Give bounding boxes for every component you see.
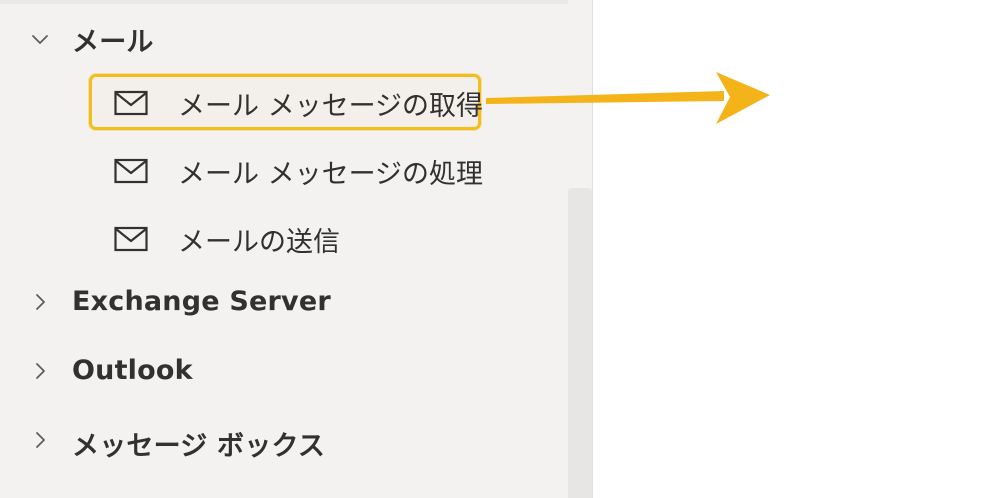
mail-icon bbox=[114, 90, 148, 116]
chevron-right-icon[interactable] bbox=[30, 430, 50, 450]
screenshot-stage: メール メール メッセージの取得 メール メッセージの処理 メールの送信 Exc… bbox=[0, 0, 1000, 498]
mail-icon bbox=[114, 158, 148, 184]
tree-group-label: Outlook bbox=[72, 355, 193, 386]
arrow-right-icon bbox=[486, 72, 770, 124]
tree-item-label: メール メッセージの処理 bbox=[178, 159, 484, 190]
tree-group-label: メッセージ ボックス bbox=[72, 431, 326, 462]
mail-icon bbox=[114, 226, 148, 252]
panel-top-divider bbox=[0, 0, 592, 4]
tree-group-label: Exchange Server bbox=[72, 286, 331, 317]
chevron-right-icon[interactable] bbox=[30, 361, 50, 381]
chevron-down-icon[interactable] bbox=[30, 30, 50, 50]
tree-group-label: メール bbox=[72, 27, 154, 58]
tree-item-label: メール メッセージの取得 bbox=[178, 91, 484, 122]
chevron-right-icon[interactable] bbox=[30, 292, 50, 312]
tree-item-label: メールの送信 bbox=[178, 227, 340, 258]
scrollbar-thumb[interactable] bbox=[568, 188, 592, 498]
